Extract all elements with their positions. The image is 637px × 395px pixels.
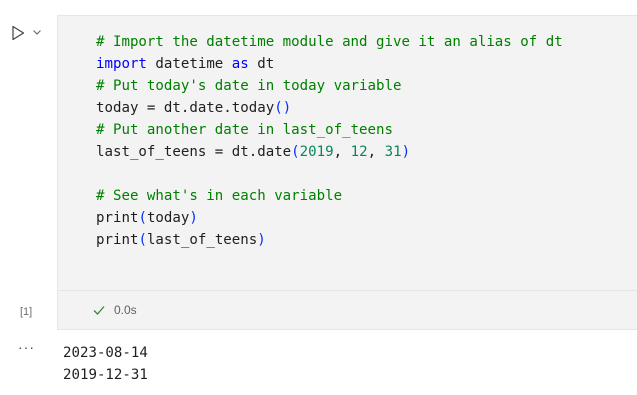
code-token: # Put another date in last_of_teens bbox=[96, 122, 393, 138]
execution-duration: 0.0s bbox=[114, 303, 137, 317]
code-token: dt bbox=[248, 56, 275, 72]
code-line: # Import the datetime module and give it… bbox=[96, 31, 563, 53]
code-token: # Import the datetime module and give it… bbox=[96, 34, 563, 50]
code-token: datetime bbox=[146, 56, 232, 72]
code-token: 31 bbox=[384, 144, 402, 160]
code-token: 2019 bbox=[299, 144, 334, 160]
execution-count: [1] bbox=[20, 306, 33, 318]
code-line: # Put today's date in today variable bbox=[96, 75, 563, 97]
code-token: ( bbox=[291, 144, 300, 160]
code-line: today = dt.date.today() bbox=[96, 97, 563, 119]
output-line: 2019-12-31 bbox=[63, 367, 148, 383]
code-token: ( bbox=[138, 232, 147, 248]
code-line: print(today) bbox=[96, 207, 563, 229]
code-token: ( bbox=[138, 210, 147, 226]
code-token: print bbox=[96, 210, 139, 226]
code-token: 12 bbox=[350, 144, 368, 160]
code-line: # See what's in each variable bbox=[96, 185, 563, 207]
code-line: # Put another date in last_of_teens bbox=[96, 119, 563, 141]
code-token: print bbox=[96, 232, 139, 248]
notebook-code-cell[interactable]: # Import the datetime module and give it… bbox=[0, 0, 637, 330]
code-token: today = dt.date.today bbox=[96, 100, 275, 116]
code-line: import datetime as dt bbox=[96, 53, 563, 75]
cell-status-bar bbox=[57, 291, 637, 330]
code-token: # See what's in each variable bbox=[96, 188, 343, 204]
code-line: last_of_teens = dt.date(2019, 12, 31) bbox=[96, 141, 563, 163]
code-token: last_of_teens bbox=[146, 232, 258, 248]
code-content[interactable]: # Import the datetime module and give it… bbox=[96, 31, 563, 251]
run-cell-icon[interactable] bbox=[10, 25, 26, 41]
code-token: () bbox=[274, 100, 292, 116]
code-line: print(last_of_teens) bbox=[96, 229, 563, 251]
code-token: , bbox=[367, 144, 385, 160]
output-more-actions-button[interactable]: ··· bbox=[18, 339, 35, 355]
cell-output: 2023-08-14 2019-12-31 bbox=[63, 342, 148, 386]
code-token: ) bbox=[257, 232, 266, 248]
code-token: last_of_teens = dt.date bbox=[96, 144, 292, 160]
code-token: ) bbox=[189, 210, 198, 226]
check-icon bbox=[93, 306, 105, 315]
code-token: , bbox=[333, 144, 351, 160]
chevron-down-icon[interactable] bbox=[31, 26, 43, 38]
code-token: ) bbox=[401, 144, 411, 160]
code-token: today bbox=[146, 210, 190, 226]
code-token: import bbox=[96, 56, 147, 72]
code-token: as bbox=[231, 56, 249, 72]
output-line: 2023-08-14 bbox=[63, 345, 148, 361]
code-token: # Put today's date in today variable bbox=[96, 78, 402, 94]
